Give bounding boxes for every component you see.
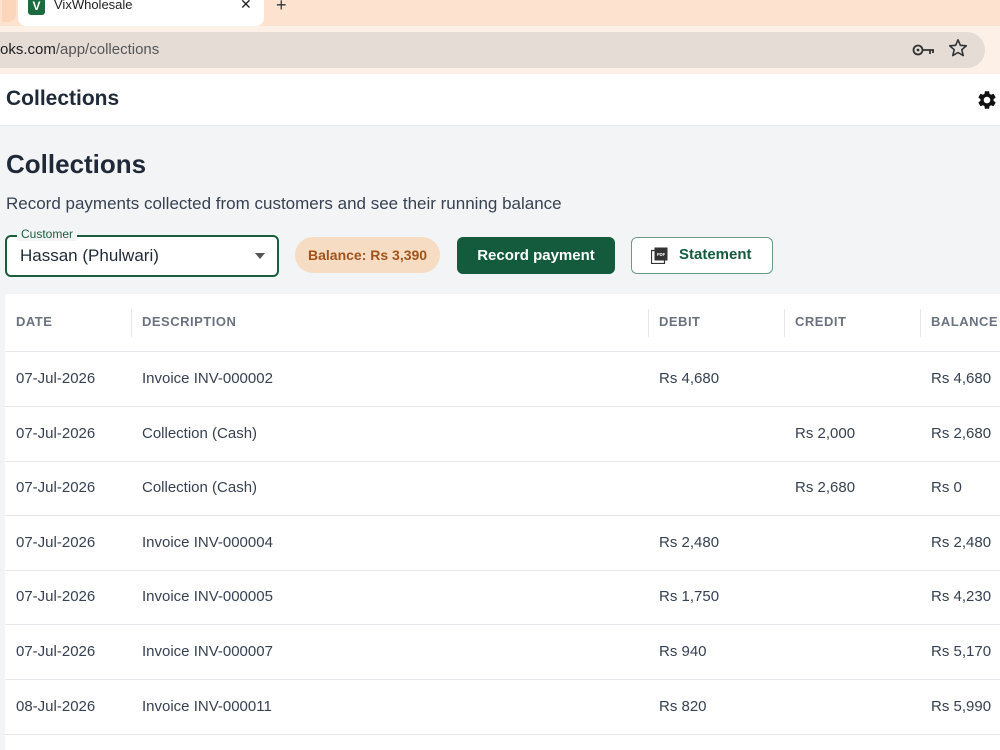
cell-credit: Rs 2,000 [795,425,856,442]
close-icon[interactable]: ✕ [240,0,252,13]
cell-date: 07-Jul-2026 [16,425,96,442]
cell-debit: Rs 4,680 [659,370,720,387]
column-header-debit[interactable]: DEBIT [659,314,701,329]
cell-balance: Rs 4,230 [931,588,992,605]
cell-balance: Rs 0 [931,479,962,496]
star-icon[interactable] [948,38,968,58]
pdf-icon: PDF [651,247,668,264]
cell-date: 07-Jul-2026 [16,479,96,496]
column-divider [920,309,921,337]
table-row[interactable]: 07-Jul-2026 Collection (Cash) Rs 2,680 R… [5,461,1000,516]
cell-debit: Rs 820 [659,698,707,715]
cell-description: Invoice INV-000011 [142,698,272,715]
cell-balance: Rs 5,990 [931,698,992,715]
tab-title: VixWholesale [54,0,133,12]
table-row[interactable]: 07-Jul-2026 Invoice INV-000005 Rs 1,750 … [5,570,1000,625]
statement-button-label: Statement [679,246,752,263]
cell-balance: Rs 5,170 [931,643,992,660]
table-header: DATE DESCRIPTION DEBIT CREDIT BALANCE [5,294,1000,352]
cell-credit: Rs 2,680 [795,479,856,496]
page-subtitle: Record payments collected from customers… [6,194,562,213]
cell-date: 07-Jul-2026 [16,370,96,387]
cell-description: Invoice INV-000005 [142,588,273,605]
cell-balance: Rs 2,680 [931,425,992,442]
ledger-table: DATE DESCRIPTION DEBIT CREDIT BALANCE 07… [5,294,1000,750]
app-header: Collections [0,74,1000,126]
cell-description: Collection (Cash) [142,479,258,496]
column-divider [131,309,132,337]
svg-text:PDF: PDF [657,252,666,257]
cell-debit: Rs 2,480 [659,534,720,551]
app-header-title: Collections [6,87,120,110]
statement-button[interactable]: PDF Statement [631,237,773,274]
cell-description: Invoice INV-000007 [142,643,273,660]
key-icon[interactable] [912,41,936,59]
cell-description: Invoice INV-000004 [142,534,273,551]
column-header-description[interactable]: DESCRIPTION [142,314,236,329]
cell-description: Collection (Cash) [142,425,258,442]
app-favicon-icon: V [28,0,45,15]
balance-badge: Balance: Rs 3,390 [295,237,441,273]
column-header-date[interactable]: DATE [16,314,52,329]
table-row[interactable]: 07-Jul-2026 Invoice INV-000004 Rs 2,480 … [5,516,1000,571]
browser-tab-strip: V VixWholesale ✕ + [0,0,1000,26]
cell-balance: Rs 4,680 [931,370,992,387]
column-divider [648,309,649,337]
browser-toolbar: oks.com/app/collections [0,26,1000,74]
url-path: /app/collections [55,41,160,58]
chevron-down-icon [255,253,265,259]
customer-select[interactable]: Customer Hassan (Phulwari) [5,227,279,277]
page-title: Collections [6,149,147,179]
cell-date: 08-Jul-2026 [16,698,96,715]
active-tab[interactable]: V VixWholesale ✕ [18,0,264,26]
customer-label: Customer [17,227,78,241]
table-row[interactable]: 07-Jul-2026 Collection (Cash) Rs 2,000 R… [5,407,1000,462]
url-text[interactable]: oks.com/app/collections [0,41,159,58]
cell-date: 07-Jul-2026 [16,588,96,605]
column-header-balance[interactable]: BALANCE [931,314,998,329]
customer-value: Hassan (Phulwari) [20,246,159,265]
cell-date: 07-Jul-2026 [16,643,96,660]
gear-icon[interactable] [976,89,998,111]
cell-description: Invoice INV-000002 [142,370,273,387]
cell-debit: Rs 1,750 [659,588,720,605]
table-row[interactable]: 08-Jul-2026 Invoice INV-000011 Rs 820 Rs… [5,680,1000,735]
cell-debit: Rs 940 [659,643,707,660]
url-host: oks.com [0,41,56,58]
plus-icon[interactable]: + [276,0,287,16]
cell-date: 07-Jul-2026 [16,534,96,551]
column-divider [784,309,785,337]
previous-tab[interactable] [0,0,18,26]
table-row[interactable]: 07-Jul-2026 Invoice INV-000007 Rs 940 Rs… [5,625,1000,680]
cell-balance: Rs 2,480 [931,534,992,551]
record-payment-button[interactable]: Record payment [457,237,615,274]
table-row[interactable]: 07-Jul-2026 Invoice INV-000002 Rs 4,680 … [5,352,1000,407]
column-header-credit[interactable]: CREDIT [795,314,846,329]
address-bar[interactable]: oks.com/app/collections [0,32,985,68]
